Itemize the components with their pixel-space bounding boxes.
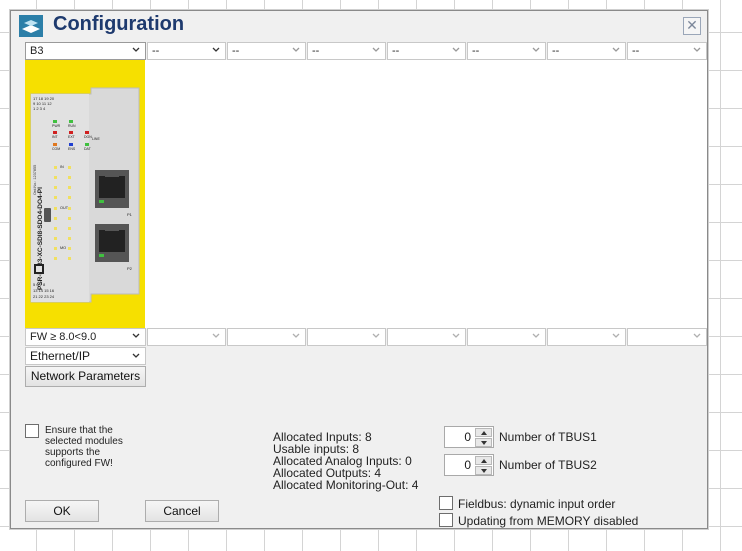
tbus1-spinner[interactable]: 0 [444, 426, 494, 448]
tbus2-increment-button[interactable] [475, 456, 492, 465]
chevron-down-icon [452, 333, 460, 338]
io-label-in: IN [60, 165, 64, 169]
slot-select-3[interactable]: -- [227, 42, 306, 60]
tbus2-spinner[interactable]: 0 [444, 454, 494, 476]
module-name-label: PSR-M-B3-XC-SDI8-SDO4-DO4-PI [37, 187, 44, 290]
led-pwr [53, 120, 57, 123]
ok-button[interactable]: OK [25, 500, 99, 522]
allocated-monitoring-out: Allocated Monitoring-Out: 4 [273, 478, 419, 492]
configuration-dialog: Configuration ✕ B3 -- -- -- -- -- -- -- … [10, 10, 708, 529]
memory-update-disabled-label: Updating from MEMORY disabled [458, 514, 639, 528]
fieldbus-dynamic-order-checkbox[interactable] [439, 496, 453, 510]
firmware-select-1[interactable]: FW ≥ 8.0<9.0 [25, 328, 146, 346]
ensure-fw-label: Ensure that the selected modules support… [45, 425, 123, 469]
io-label-out: OUT [60, 206, 69, 210]
io-label-mo: MO [60, 246, 66, 250]
svg-text:P2: P2 [127, 266, 133, 271]
chevron-down-icon [132, 47, 140, 52]
allocation-summary: Allocated Inputs: 8 Usable inputs: 8 All… [273, 431, 418, 491]
svg-text:ENS: ENS [68, 147, 76, 151]
svg-text:P1: P1 [127, 212, 133, 217]
tbus2-decrement-button[interactable] [475, 466, 492, 475]
close-button[interactable]: ✕ [683, 17, 701, 35]
led-dat [85, 143, 89, 146]
chevron-down-icon [292, 47, 300, 52]
svg-text:RUN: RUN [68, 124, 76, 128]
svg-text:INT: INT [52, 135, 59, 139]
tbus1-decrement-button[interactable] [475, 438, 492, 447]
chevron-down-icon [212, 47, 220, 52]
tbus1-increment-button[interactable] [475, 428, 492, 437]
usb-connector [44, 208, 51, 222]
svg-text:EXT: EXT [68, 135, 76, 139]
tbus2-label: Number of TBUS2 [499, 458, 597, 472]
slot-select-1[interactable]: B3 [25, 42, 146, 60]
slot-select-7[interactable]: -- [547, 42, 626, 60]
chevron-down-icon [292, 333, 300, 338]
protocol-select[interactable]: Ethernet/IP [25, 347, 146, 365]
slot-select-6[interactable]: -- [467, 42, 546, 60]
svg-text:LINE: LINE [92, 137, 100, 141]
slot-select-2[interactable]: -- [147, 42, 226, 60]
top-terminals-row-3: 1 2 3 4 [33, 106, 46, 111]
tbus1-value[interactable]: 0 [445, 427, 471, 447]
chevron-down-icon [532, 333, 540, 338]
firmware-select-8[interactable] [627, 328, 707, 346]
ensure-fw-checkbox[interactable] [25, 424, 39, 438]
bottom-terminals-row-3: 21 22 23 24 [33, 294, 55, 299]
chevron-down-icon [693, 333, 701, 338]
module-device-image: 17 18 19 20 9 10 11 12 1 2 3 4 PSR-M-B3-… [25, 60, 145, 328]
tbus1-label: Number of TBUS1 [499, 430, 597, 444]
slot-select-5[interactable]: -- [387, 42, 466, 60]
bottom-terminals-row-1: 5 6 7 8 [33, 282, 46, 287]
bottom-terminals-row-2: 13 14 15 16 [33, 288, 55, 293]
chevron-down-icon [532, 47, 540, 52]
firmware-select-4[interactable] [307, 328, 386, 346]
svg-text:COM: COM [52, 147, 60, 151]
network-parameters-button[interactable]: Network Parameters [25, 366, 146, 387]
chevron-down-icon [132, 333, 140, 338]
memory-update-disabled-checkbox[interactable] [439, 513, 453, 527]
svg-text:PWR: PWR [52, 124, 61, 128]
led-int [53, 131, 57, 134]
chevron-down-icon [132, 353, 140, 358]
led-com [53, 143, 57, 146]
chevron-down-icon [612, 333, 620, 338]
led-dgn [85, 131, 89, 134]
led-ext [69, 131, 73, 134]
firmware-select-2[interactable] [147, 328, 226, 346]
svg-text:DAT: DAT [84, 147, 92, 151]
chevron-down-icon [452, 47, 460, 52]
slot-select-4[interactable]: -- [307, 42, 386, 60]
fieldbus-dynamic-order-label: Fieldbus: dynamic input order [458, 497, 616, 511]
module-canvas: 17 18 19 20 9 10 11 12 1 2 3 4 PSR-M-B3-… [25, 60, 707, 328]
firmware-select-3[interactable] [227, 328, 306, 346]
dialog-title: Configuration [53, 13, 185, 35]
order-number-label: Ord.No.: 1237855 [33, 165, 37, 195]
firmware-select-7[interactable] [547, 328, 626, 346]
chevron-down-icon [372, 333, 380, 338]
cancel-button[interactable]: Cancel [145, 500, 219, 522]
app-icon [19, 15, 43, 37]
chevron-down-icon [612, 47, 620, 52]
chevron-down-icon [693, 47, 701, 52]
chevron-down-icon [212, 333, 220, 338]
svg-text:DGN: DGN [84, 135, 92, 139]
slot-select-8[interactable]: -- [627, 42, 707, 60]
chevron-down-icon [372, 47, 380, 52]
firmware-select-5[interactable] [387, 328, 466, 346]
tbus2-value[interactable]: 0 [445, 455, 471, 475]
firmware-select-6[interactable] [467, 328, 546, 346]
title-bar: Configuration ✕ [11, 11, 707, 41]
led-ens [69, 143, 73, 146]
led-run [69, 120, 73, 123]
module-b3[interactable]: 17 18 19 20 9 10 11 12 1 2 3 4 PSR-M-B3-… [25, 60, 145, 328]
